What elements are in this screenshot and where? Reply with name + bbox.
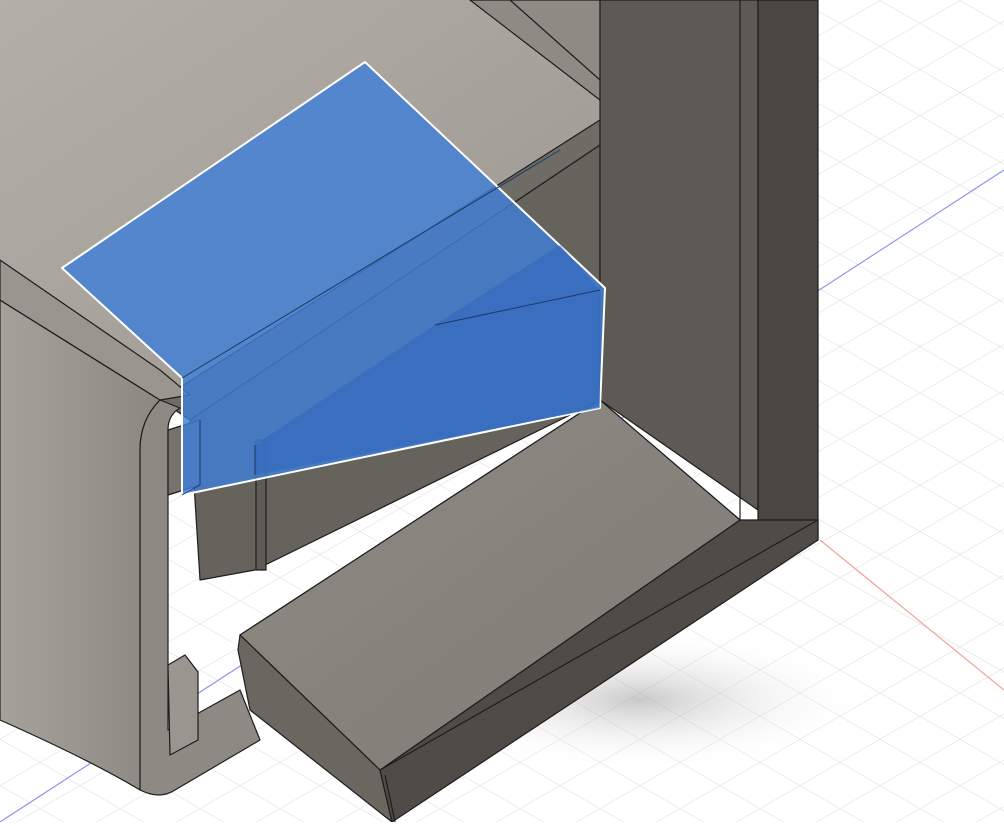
design-canvas[interactable]	[0, 0, 1004, 823]
right-wall-side-face[interactable]	[757, 0, 819, 556]
peg-face[interactable]	[167, 654, 199, 756]
3d-canvas-viewport[interactable]	[0, 0, 1004, 823]
